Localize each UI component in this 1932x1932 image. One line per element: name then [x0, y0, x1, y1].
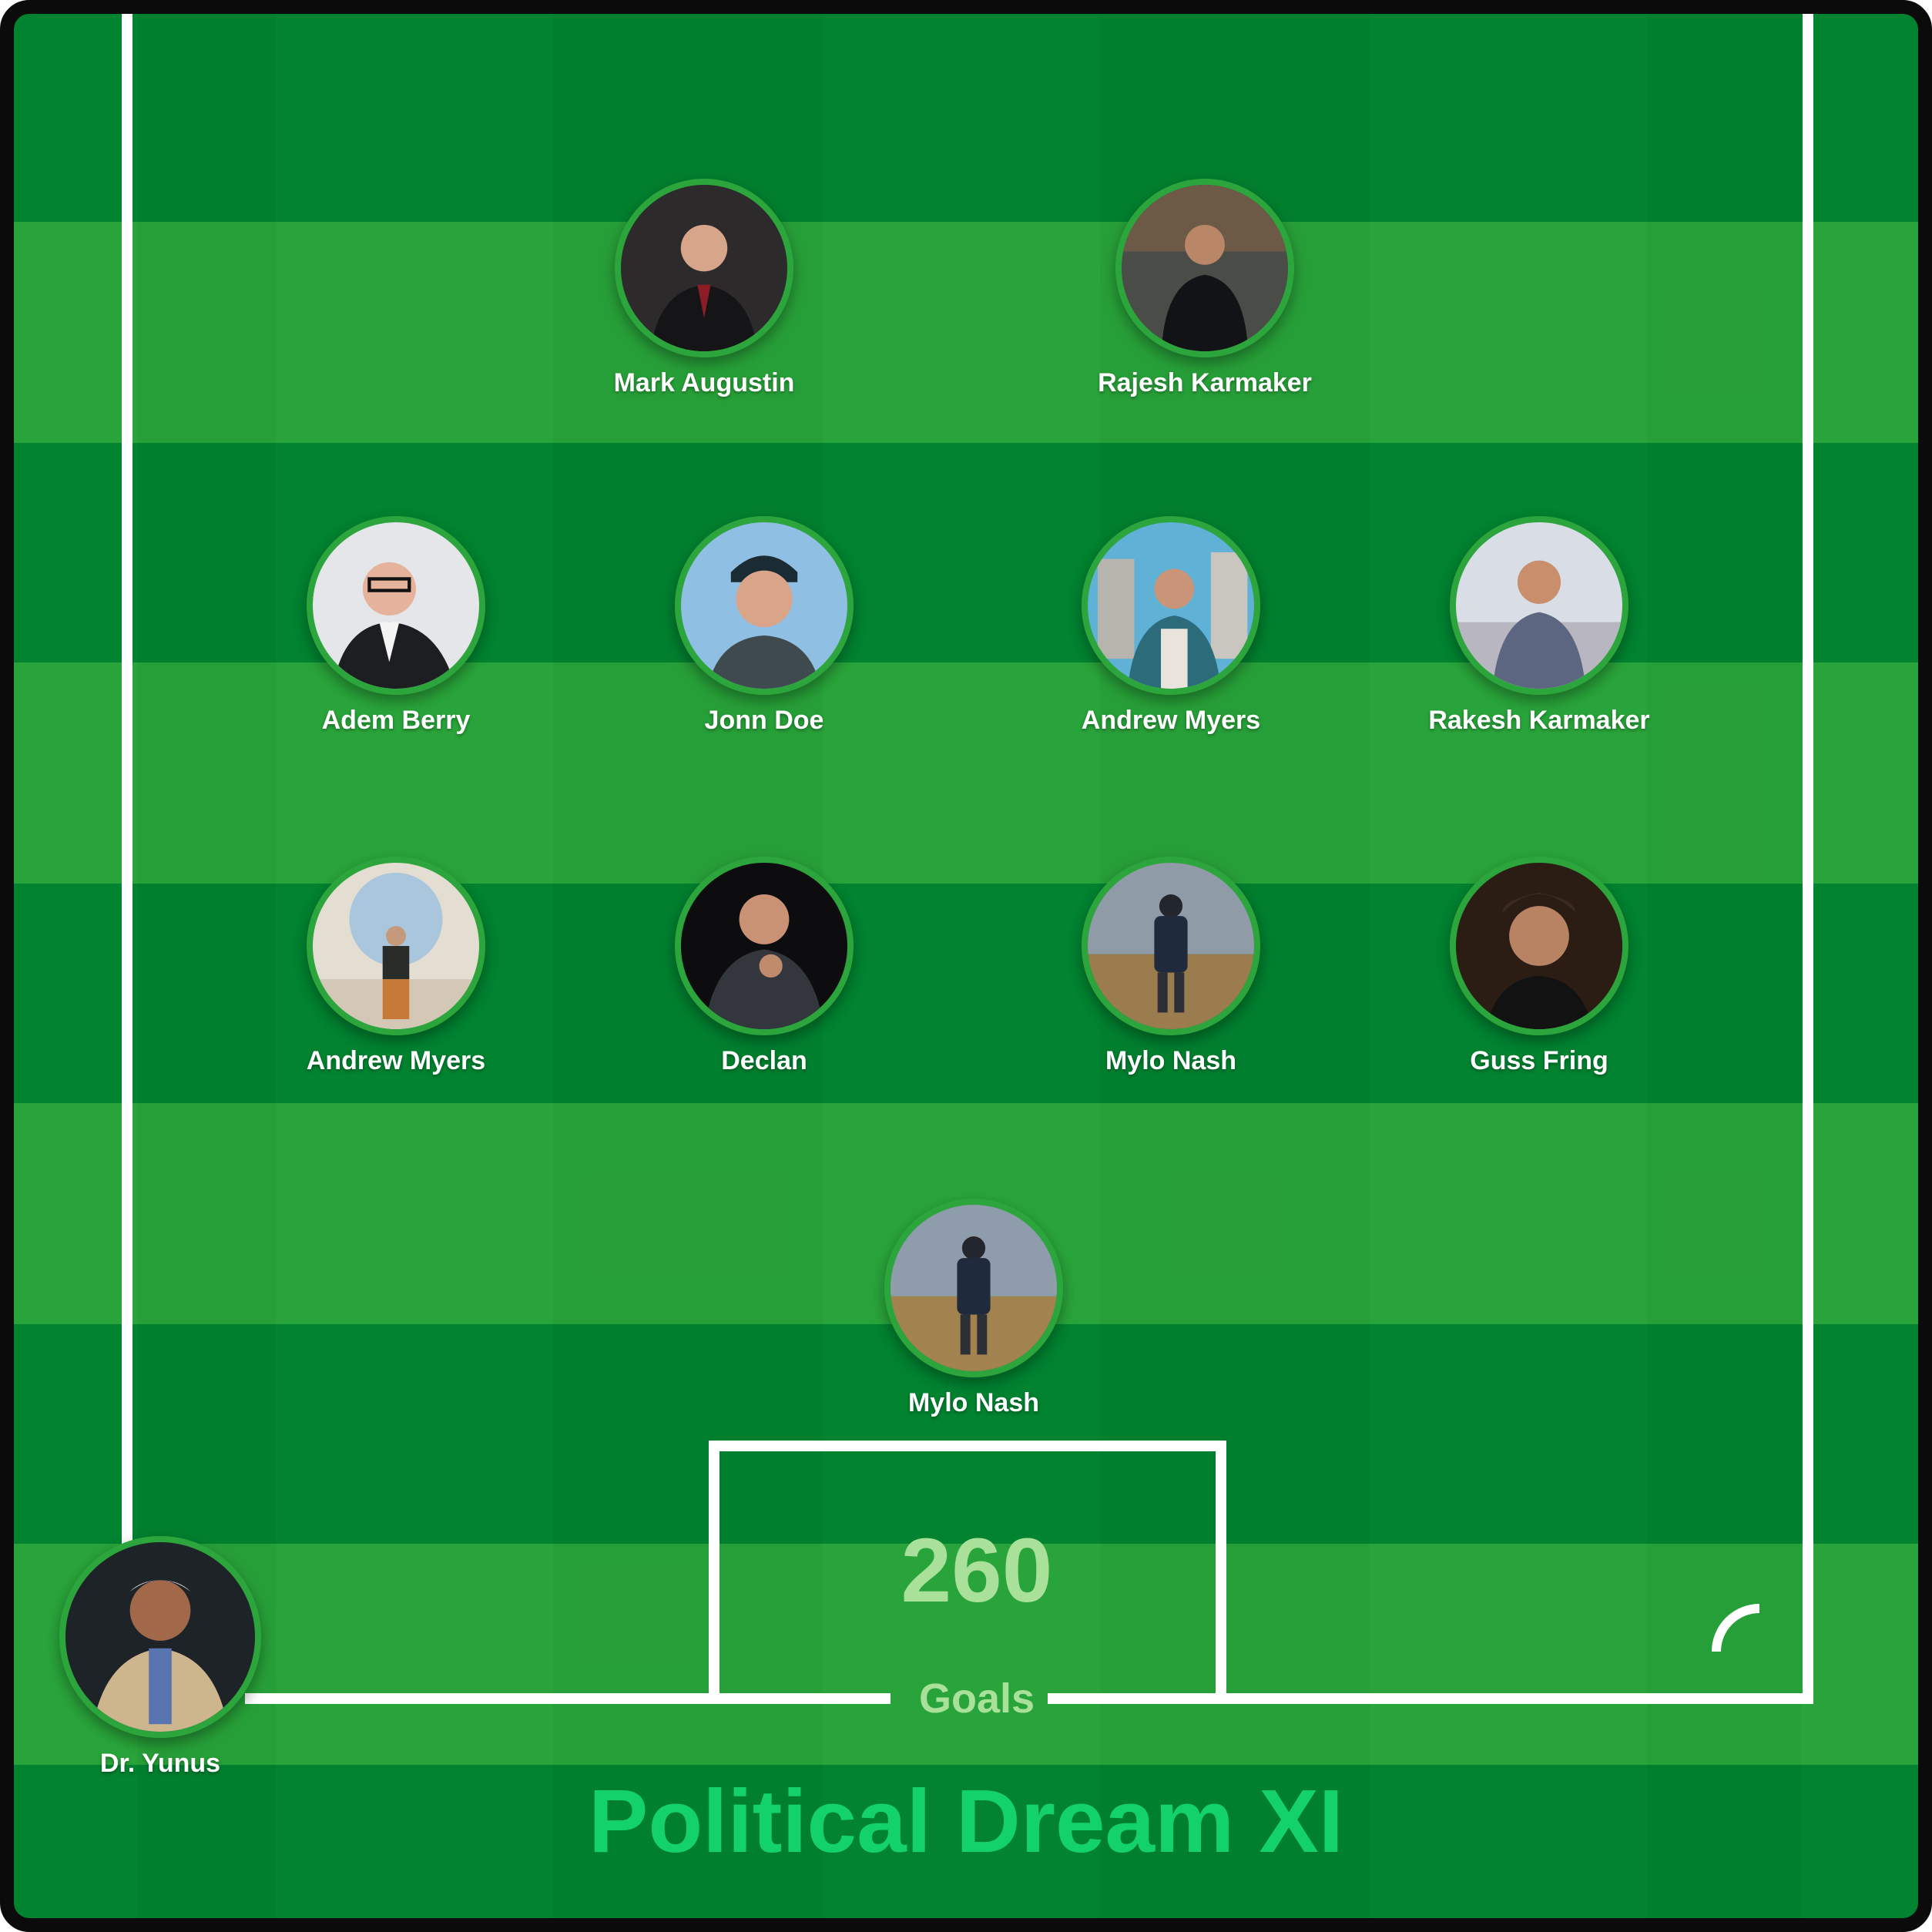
goals-count: 260: [901, 1520, 1053, 1622]
player-card[interactable]: Andrew Myers: [1025, 516, 1317, 736]
player-name: Andrew Myers: [306, 1046, 486, 1075]
player-photo-icon: [1082, 857, 1260, 1035]
player-photo-icon: [1115, 179, 1294, 357]
coach-name: Dr. Yunus: [99, 1749, 221, 1778]
player-card[interactable]: Rakesh Karmaker: [1393, 516, 1685, 736]
player-name: Mylo Nash: [1105, 1046, 1237, 1075]
player-card[interactable]: Guss Fring: [1393, 857, 1685, 1076]
right-touchline: [1803, 14, 1813, 1704]
goal-box-right: [1216, 1441, 1226, 1704]
player-photo-icon: [1450, 857, 1628, 1035]
player-card[interactable]: Mylo Nash: [827, 1199, 1120, 1418]
player-name: Jonn Doe: [704, 706, 824, 735]
player-name: Mylo Nash: [907, 1388, 1040, 1417]
goal-box-top: [709, 1441, 1226, 1451]
pitch-stripe: [14, 222, 1918, 443]
player-name: Adem Berry: [321, 706, 471, 735]
player-photo-icon: [884, 1199, 1063, 1377]
goals-label: Goals: [918, 1675, 1035, 1722]
player-card[interactable]: Mylo Nash: [1025, 857, 1317, 1076]
player-card[interactable]: Declan: [618, 857, 911, 1076]
player-photo-icon: [307, 857, 485, 1035]
player-photo-icon: [1450, 516, 1628, 695]
coach-card[interactable]: Dr. Yunus: [29, 1536, 291, 1779]
player-card[interactable]: Adem Berry: [250, 516, 542, 736]
coach-photo-icon: [59, 1536, 261, 1738]
left-touchline: [122, 14, 132, 1545]
player-card[interactable]: Rajesh Karmaker: [1058, 179, 1351, 398]
pitch-card: Mark Augustin Rajesh Karmaker Adem Berry…: [0, 0, 1932, 1932]
player-card[interactable]: Mark Augustin: [558, 179, 850, 398]
goal-line-right: [1048, 1693, 1813, 1704]
player-card[interactable]: Jonn Doe: [618, 516, 911, 736]
team-title: Political Dream XI: [589, 1771, 1343, 1871]
player-photo-icon: [675, 516, 854, 695]
player-name: Declan: [721, 1046, 807, 1075]
player-name: Andrew Myers: [1081, 706, 1261, 735]
player-photo-icon: [1082, 516, 1260, 695]
player-photo-icon: [675, 857, 854, 1035]
player-photo-icon: [615, 179, 793, 357]
goal-box-left: [709, 1441, 719, 1704]
player-name: Rakesh Karmaker: [1428, 706, 1650, 735]
player-name: Rajesh Karmaker: [1098, 368, 1312, 397]
player-photo-icon: [307, 516, 485, 695]
football-pitch: Mark Augustin Rajesh Karmaker Adem Berry…: [14, 14, 1918, 1918]
player-card[interactable]: Andrew Myers: [250, 857, 542, 1076]
player-name: Mark Augustin: [613, 368, 795, 397]
player-name: Guss Fring: [1470, 1046, 1608, 1075]
goal-line-left: [245, 1693, 891, 1704]
